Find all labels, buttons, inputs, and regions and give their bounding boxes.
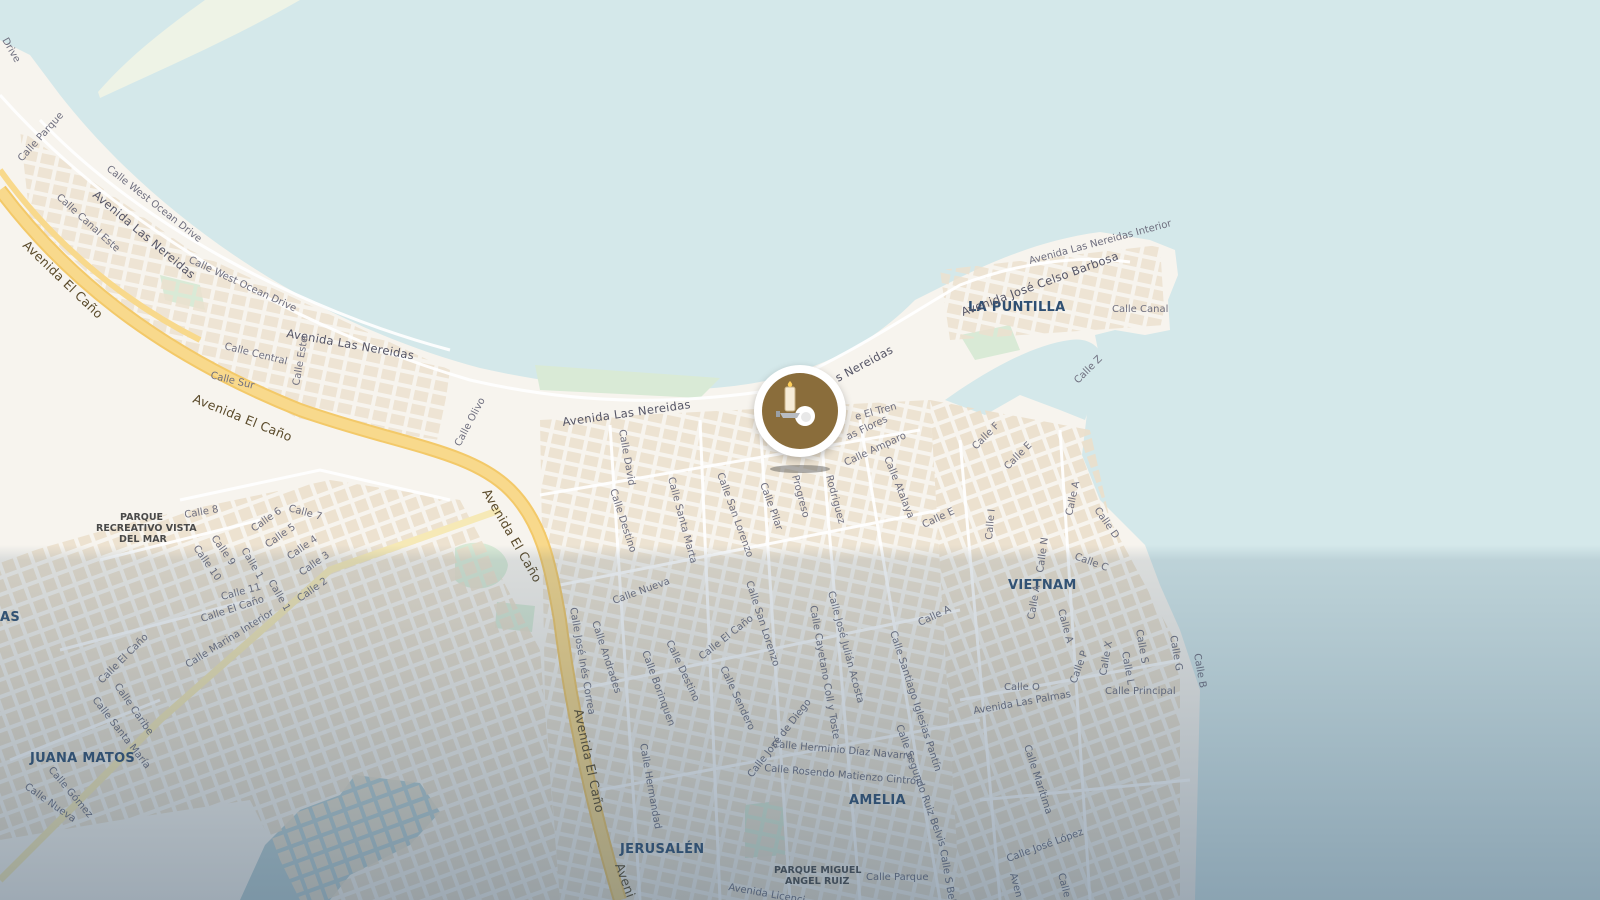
park-label-1: PARQUE [120,512,163,523]
park-label-3: DEL MAR [119,534,168,545]
street-label: Calle Parque [866,872,928,883]
pin-fill [762,373,838,449]
park-label-4: PARQUE MIGUEL [774,865,861,876]
location-pin[interactable] [754,365,846,457]
neighborhood-amelia: AMELIA [849,793,906,808]
candle-icon [762,373,838,449]
neighborhood-juana-matos: JUANA MATOS [29,751,135,766]
street-label: Calle O [1004,682,1040,693]
neighborhood-jerusalen: JERUSALÉN [619,841,704,857]
park-label-5: ANGEL RUIZ [785,876,850,887]
street-label: Calle Canal [1112,304,1168,315]
neighborhood-vietnam: VIETNAM [1008,578,1077,593]
pin-shadow [770,465,830,473]
neighborhood-fragment: AS [0,610,20,625]
street-label: Calle Principal [1105,686,1176,697]
park-label-2: RECREATIVO VISTA [96,523,197,534]
